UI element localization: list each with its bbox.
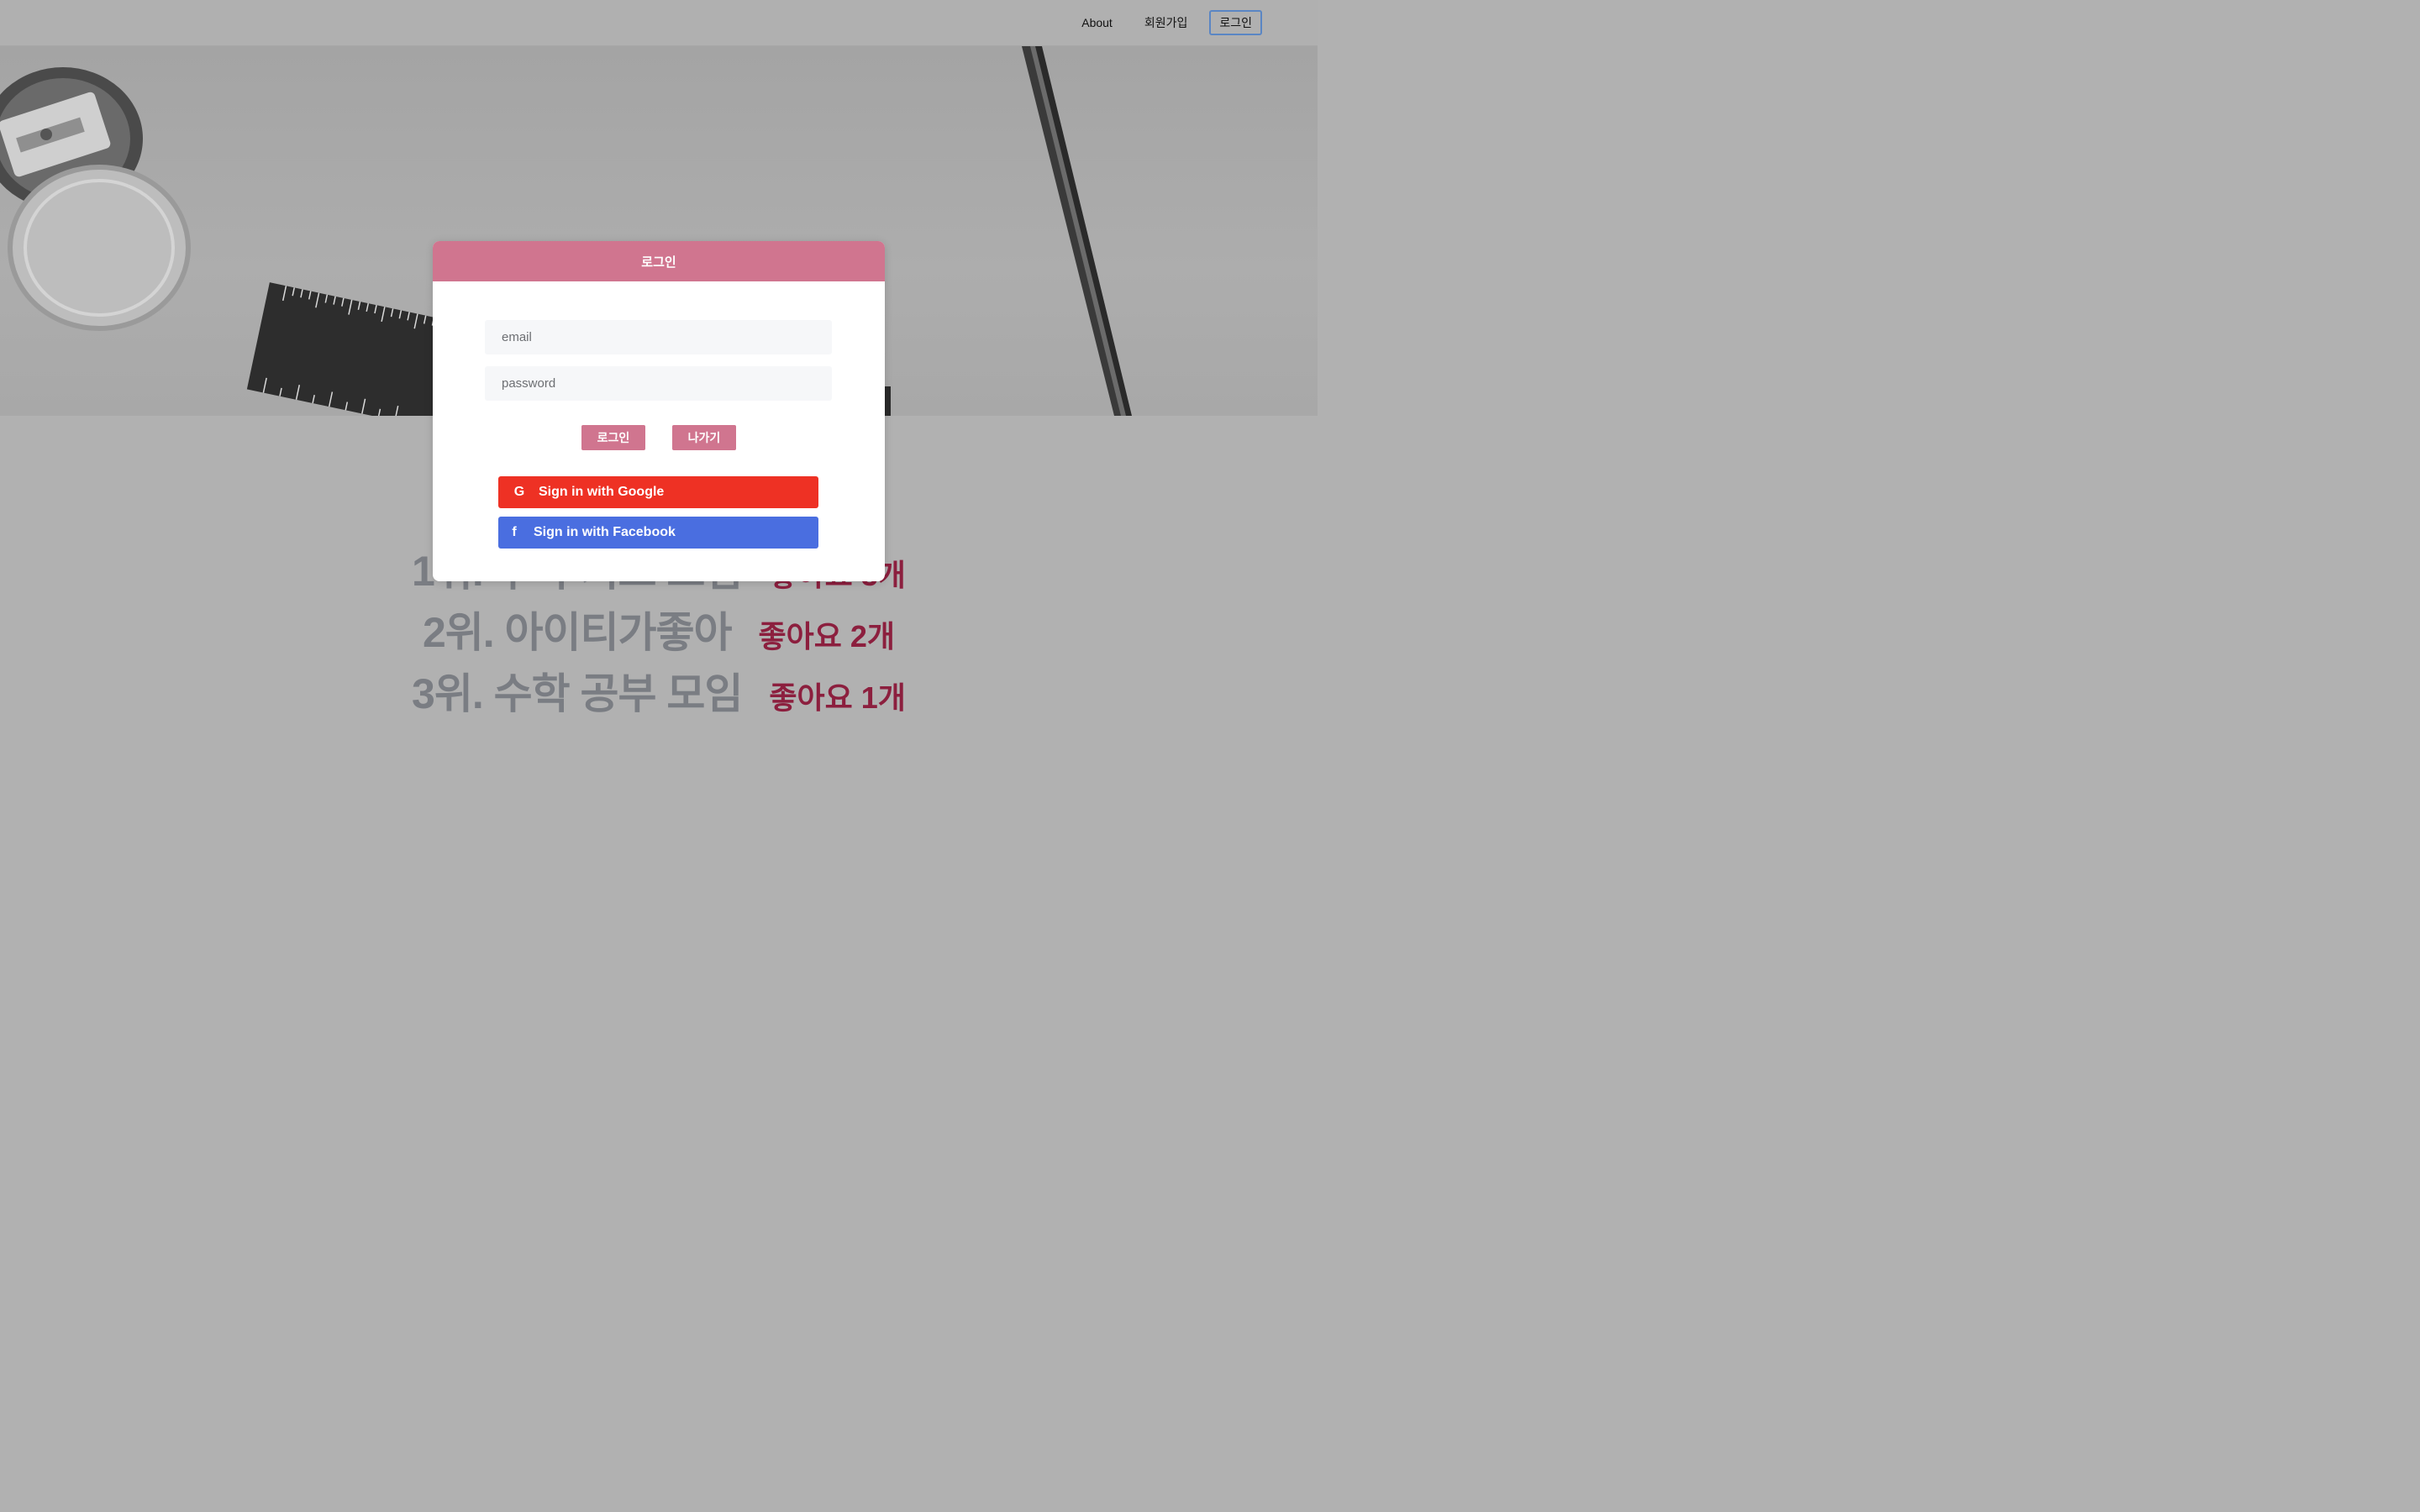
facebook-signin-label: Sign in with Facebook xyxy=(534,525,676,539)
google-signin-label: Sign in with Google xyxy=(539,485,665,499)
nav-login-link[interactable]: 로그인 xyxy=(1209,10,1262,35)
password-input[interactable] xyxy=(485,366,832,401)
login-modal-title: 로그인 xyxy=(641,255,676,270)
nav-links: About 회원가입 로그인 xyxy=(1050,10,1262,35)
facebook-signin-button[interactable]: f Sign in with Facebook xyxy=(498,517,818,549)
google-icon: G xyxy=(513,485,525,499)
nav-signup-link[interactable]: 회원가입 xyxy=(1144,11,1188,34)
ranking-title: 2위. 아이티가좋아 xyxy=(422,609,733,656)
login-button[interactable]: 로그인 xyxy=(581,425,645,450)
pencil-sharpener-illustration xyxy=(0,67,191,331)
facebook-icon: f xyxy=(512,525,517,539)
ranking-title: 3위. 수학 공부 모임 xyxy=(412,670,743,717)
google-signin-button[interactable]: G Sign in with Google xyxy=(498,476,818,508)
exit-button[interactable]: 나가기 xyxy=(672,425,736,450)
nav-about-link[interactable]: About xyxy=(1081,11,1113,34)
login-modal-header: 로그인 xyxy=(433,241,885,281)
top-navbar: About 회원가입 로그인 xyxy=(0,0,1318,46)
page: About 회원가입 로그인 2위. 아이티가좋아 좋아요 2개 3위. 수학 … xyxy=(0,0,1318,823)
login-modal: 로그인 로그인 나가기 G Sign in with Google f Sign… xyxy=(433,241,885,581)
ranking-row[interactable]: 2위. 아이티가좋아 좋아요 2개 xyxy=(0,599,1318,660)
email-input[interactable] xyxy=(485,320,832,354)
ranking-likes: 좋아요 1개 xyxy=(769,680,906,715)
pencil-illustration xyxy=(1022,46,1132,416)
ranking-likes: 좋아요 2개 xyxy=(758,619,896,654)
ranking-row[interactable]: 3위. 수학 공부 모임 좋아요 1개 xyxy=(0,660,1318,722)
